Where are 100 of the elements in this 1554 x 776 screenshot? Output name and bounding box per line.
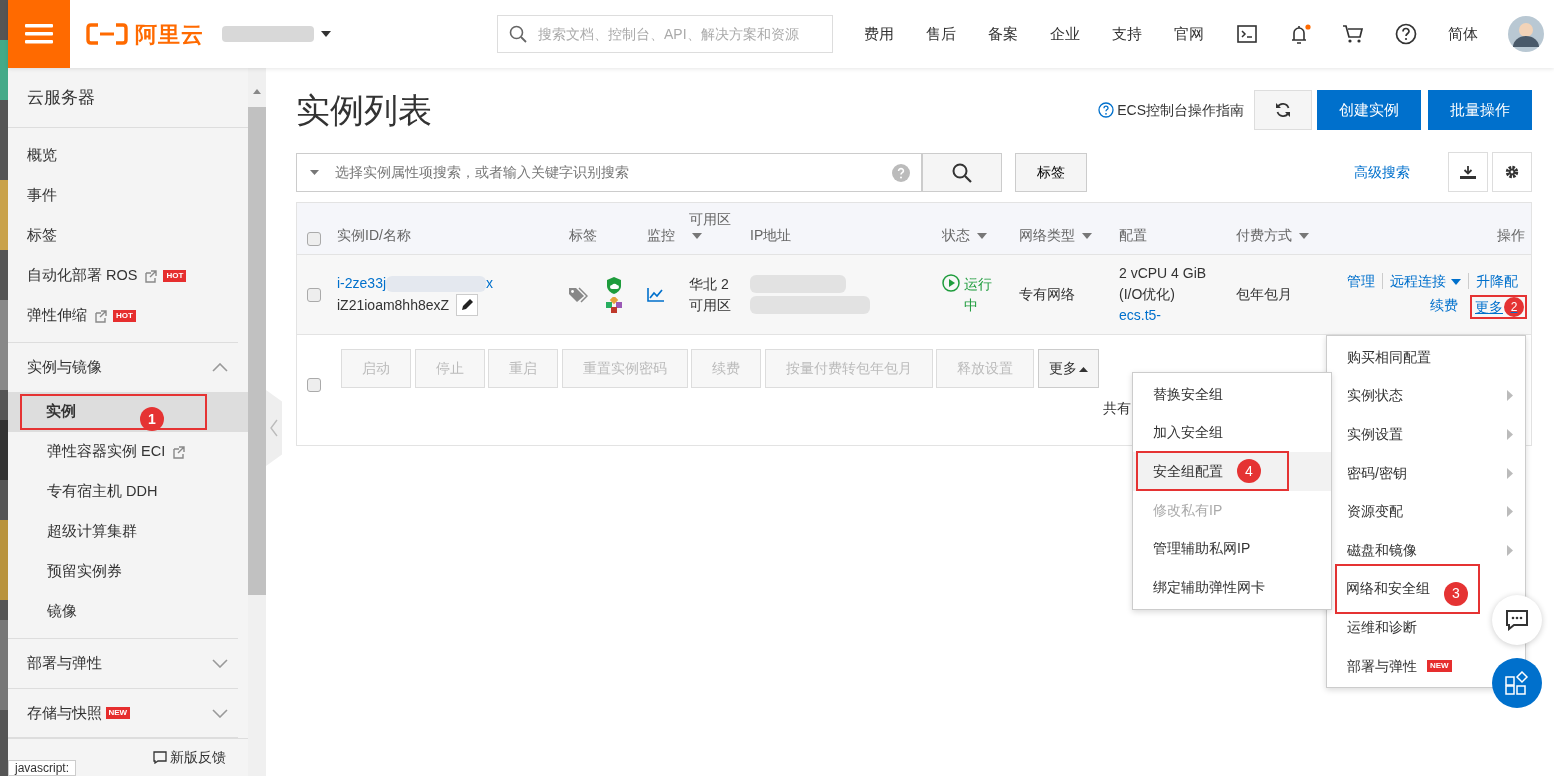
sidebar-group[interactable]: 部署与弹性 (8, 638, 238, 688)
callout-number: 3 (1444, 581, 1468, 606)
config-text: (I/O优化) (1119, 285, 1176, 304)
primary-button[interactable]: 批量操作 (1428, 90, 1532, 130)
refresh-button[interactable] (1254, 90, 1312, 130)
action-link[interactable]: 管理 (1340, 272, 1382, 289)
sidebar-item[interactable]: 弹性伸缩 HOT (8, 296, 248, 336)
sidebar-item[interactable]: 预留实例券 (8, 552, 248, 592)
search-field[interactable]: 搜索文档、控制台、API、解决方案和资源 (497, 15, 833, 53)
menu-icon (25, 23, 53, 45)
menu-button[interactable] (8, 0, 70, 68)
scrollbar[interactable] (248, 68, 266, 776)
nav-link[interactable]: 官网 (1158, 22, 1220, 46)
nav-link[interactable]: 企业 (1034, 22, 1096, 46)
page-title: 实例列表 (296, 90, 432, 131)
chevron-right-icon (1507, 467, 1513, 479)
checkbox[interactable] (307, 287, 321, 302)
column-header[interactable]: 实例ID/名称 (330, 225, 562, 246)
callout-number: 1 (140, 407, 164, 431)
action-link[interactable]: 更多 2 (1472, 296, 1525, 317)
sidebar-item[interactable]: 概览 (8, 136, 248, 176)
menu-item[interactable]: 购买相同配置 (1327, 338, 1525, 377)
running-icon (942, 273, 960, 292)
status-tooltip: javascript: (8, 760, 77, 776)
network-type: 专有网络 (1018, 285, 1076, 304)
zone-text: 华北 2 可用区 (688, 274, 732, 315)
tag-icon (568, 286, 588, 303)
column-header[interactable]: IP地址 (743, 225, 935, 246)
feedback-link[interactable]: 新版反馈 (152, 747, 226, 768)
search-icon (509, 25, 527, 43)
badge-label: NEW (1427, 660, 1452, 673)
sort-caret-icon (1298, 233, 1309, 239)
checkbox[interactable] (307, 378, 321, 392)
advanced-search-link[interactable]: 高级搜索 (1354, 161, 1410, 183)
pencil-icon (460, 298, 475, 312)
badge-label: HOT (163, 270, 187, 282)
action-link[interactable]: 升降配 (1468, 272, 1525, 289)
menu-item[interactable]: 安全组配置 4 (1133, 452, 1331, 491)
sidebar-item[interactable]: 实例 1 (8, 392, 248, 432)
primary-button[interactable]: 创建实例 (1317, 90, 1421, 130)
nav-link[interactable]: 费用 (848, 22, 910, 46)
sidebar-item[interactable]: 专有宿主机 DDH (8, 472, 248, 512)
chevron-down-icon (212, 708, 228, 718)
column-header[interactable]: 配置 (1112, 225, 1229, 246)
pagination-total: 共有 (1103, 399, 1131, 418)
settings-button[interactable] (1492, 152, 1532, 192)
refresh-icon (1275, 102, 1291, 118)
apps-icon (1505, 671, 1529, 695)
chat-icon (1505, 609, 1529, 631)
checkbox[interactable] (307, 232, 321, 246)
menu-item[interactable]: 部署与弹性 NEW (1327, 646, 1487, 686)
instance-type-link[interactable]: ecs.t5- (1119, 305, 1229, 326)
instance-id-link[interactable]: x (486, 273, 494, 294)
caret-icon[interactable] (321, 31, 331, 37)
chart-icon[interactable] (647, 288, 664, 303)
export-button[interactable] (1448, 152, 1488, 192)
chat-button[interactable] (1492, 595, 1542, 645)
sidebar-item[interactable]: 自动化部署 ROS HOT (8, 256, 248, 296)
caret-up-icon (1078, 366, 1088, 372)
nav-link[interactable]: 备案 (972, 22, 1034, 46)
action-link[interactable]: 远程连接 (1382, 272, 1468, 289)
search-icon (952, 162, 972, 183)
column-header[interactable]: 标签 (562, 225, 640, 246)
cart-icon[interactable] (1341, 24, 1364, 44)
chevron-left-icon (270, 419, 278, 437)
language-link[interactable]: 简体 (1432, 22, 1494, 46)
menu-item[interactable]: 绑定辅助弹性网卡 (1133, 567, 1331, 607)
column-header[interactable]: 可用区 (682, 208, 743, 246)
chevron-right-icon (1507, 429, 1513, 440)
instance-id-link[interactable]: i-2ze33j (337, 273, 387, 294)
toolbar-button[interactable]: 更多 (1037, 349, 1099, 388)
column-header[interactable]: 状态 (935, 225, 1012, 246)
nav-link[interactable]: 支持 (1096, 22, 1158, 46)
billing-text: 包年包月 (1235, 285, 1293, 304)
column-header[interactable]: 网络类型 (1012, 225, 1112, 246)
column-header[interactable]: 监控 (640, 225, 682, 246)
avatar[interactable] (1508, 16, 1544, 52)
column-header[interactable]: 操作 (1330, 225, 1531, 246)
apps-button[interactable] (1492, 658, 1542, 708)
action-link[interactable]: 续费 (1423, 296, 1465, 317)
terminal-icon[interactable] (1236, 25, 1257, 43)
filter-search-field[interactable]: 选择实例属性项搜索，或者输入关键字识别搜索 (296, 152, 922, 192)
badge-label: HOT (113, 310, 136, 322)
column-header[interactable]: 付费方式 (1229, 225, 1330, 246)
help-icon[interactable] (1394, 23, 1417, 45)
chevron-right-icon (1507, 506, 1513, 518)
sidebar-item[interactable]: 事件 (8, 176, 248, 216)
config-text: 2 vCPU 4 GiB (1119, 264, 1208, 283)
sidebar-group[interactable]: 存储与快照 NEW (8, 688, 238, 738)
search-button[interactable] (922, 152, 1002, 192)
menu-item[interactable]: 运维和诊断 (1327, 608, 1487, 647)
sidebar-item[interactable]: 标签 (8, 216, 248, 256)
sidebar-item[interactable]: 弹性容器实例 ECI (8, 432, 248, 472)
tag-filter-button[interactable]: 标签 (1015, 152, 1087, 192)
edit-button[interactable] (456, 294, 479, 316)
sort-caret-icon (1081, 233, 1092, 239)
sidebar-item[interactable]: 镜像 (8, 592, 248, 632)
nav-link[interactable]: 售后 (910, 22, 972, 46)
guide-link[interactable]: ECS控制台操作指南 (1097, 99, 1244, 121)
sidebar-item[interactable]: 超级计算集群 (8, 512, 248, 552)
